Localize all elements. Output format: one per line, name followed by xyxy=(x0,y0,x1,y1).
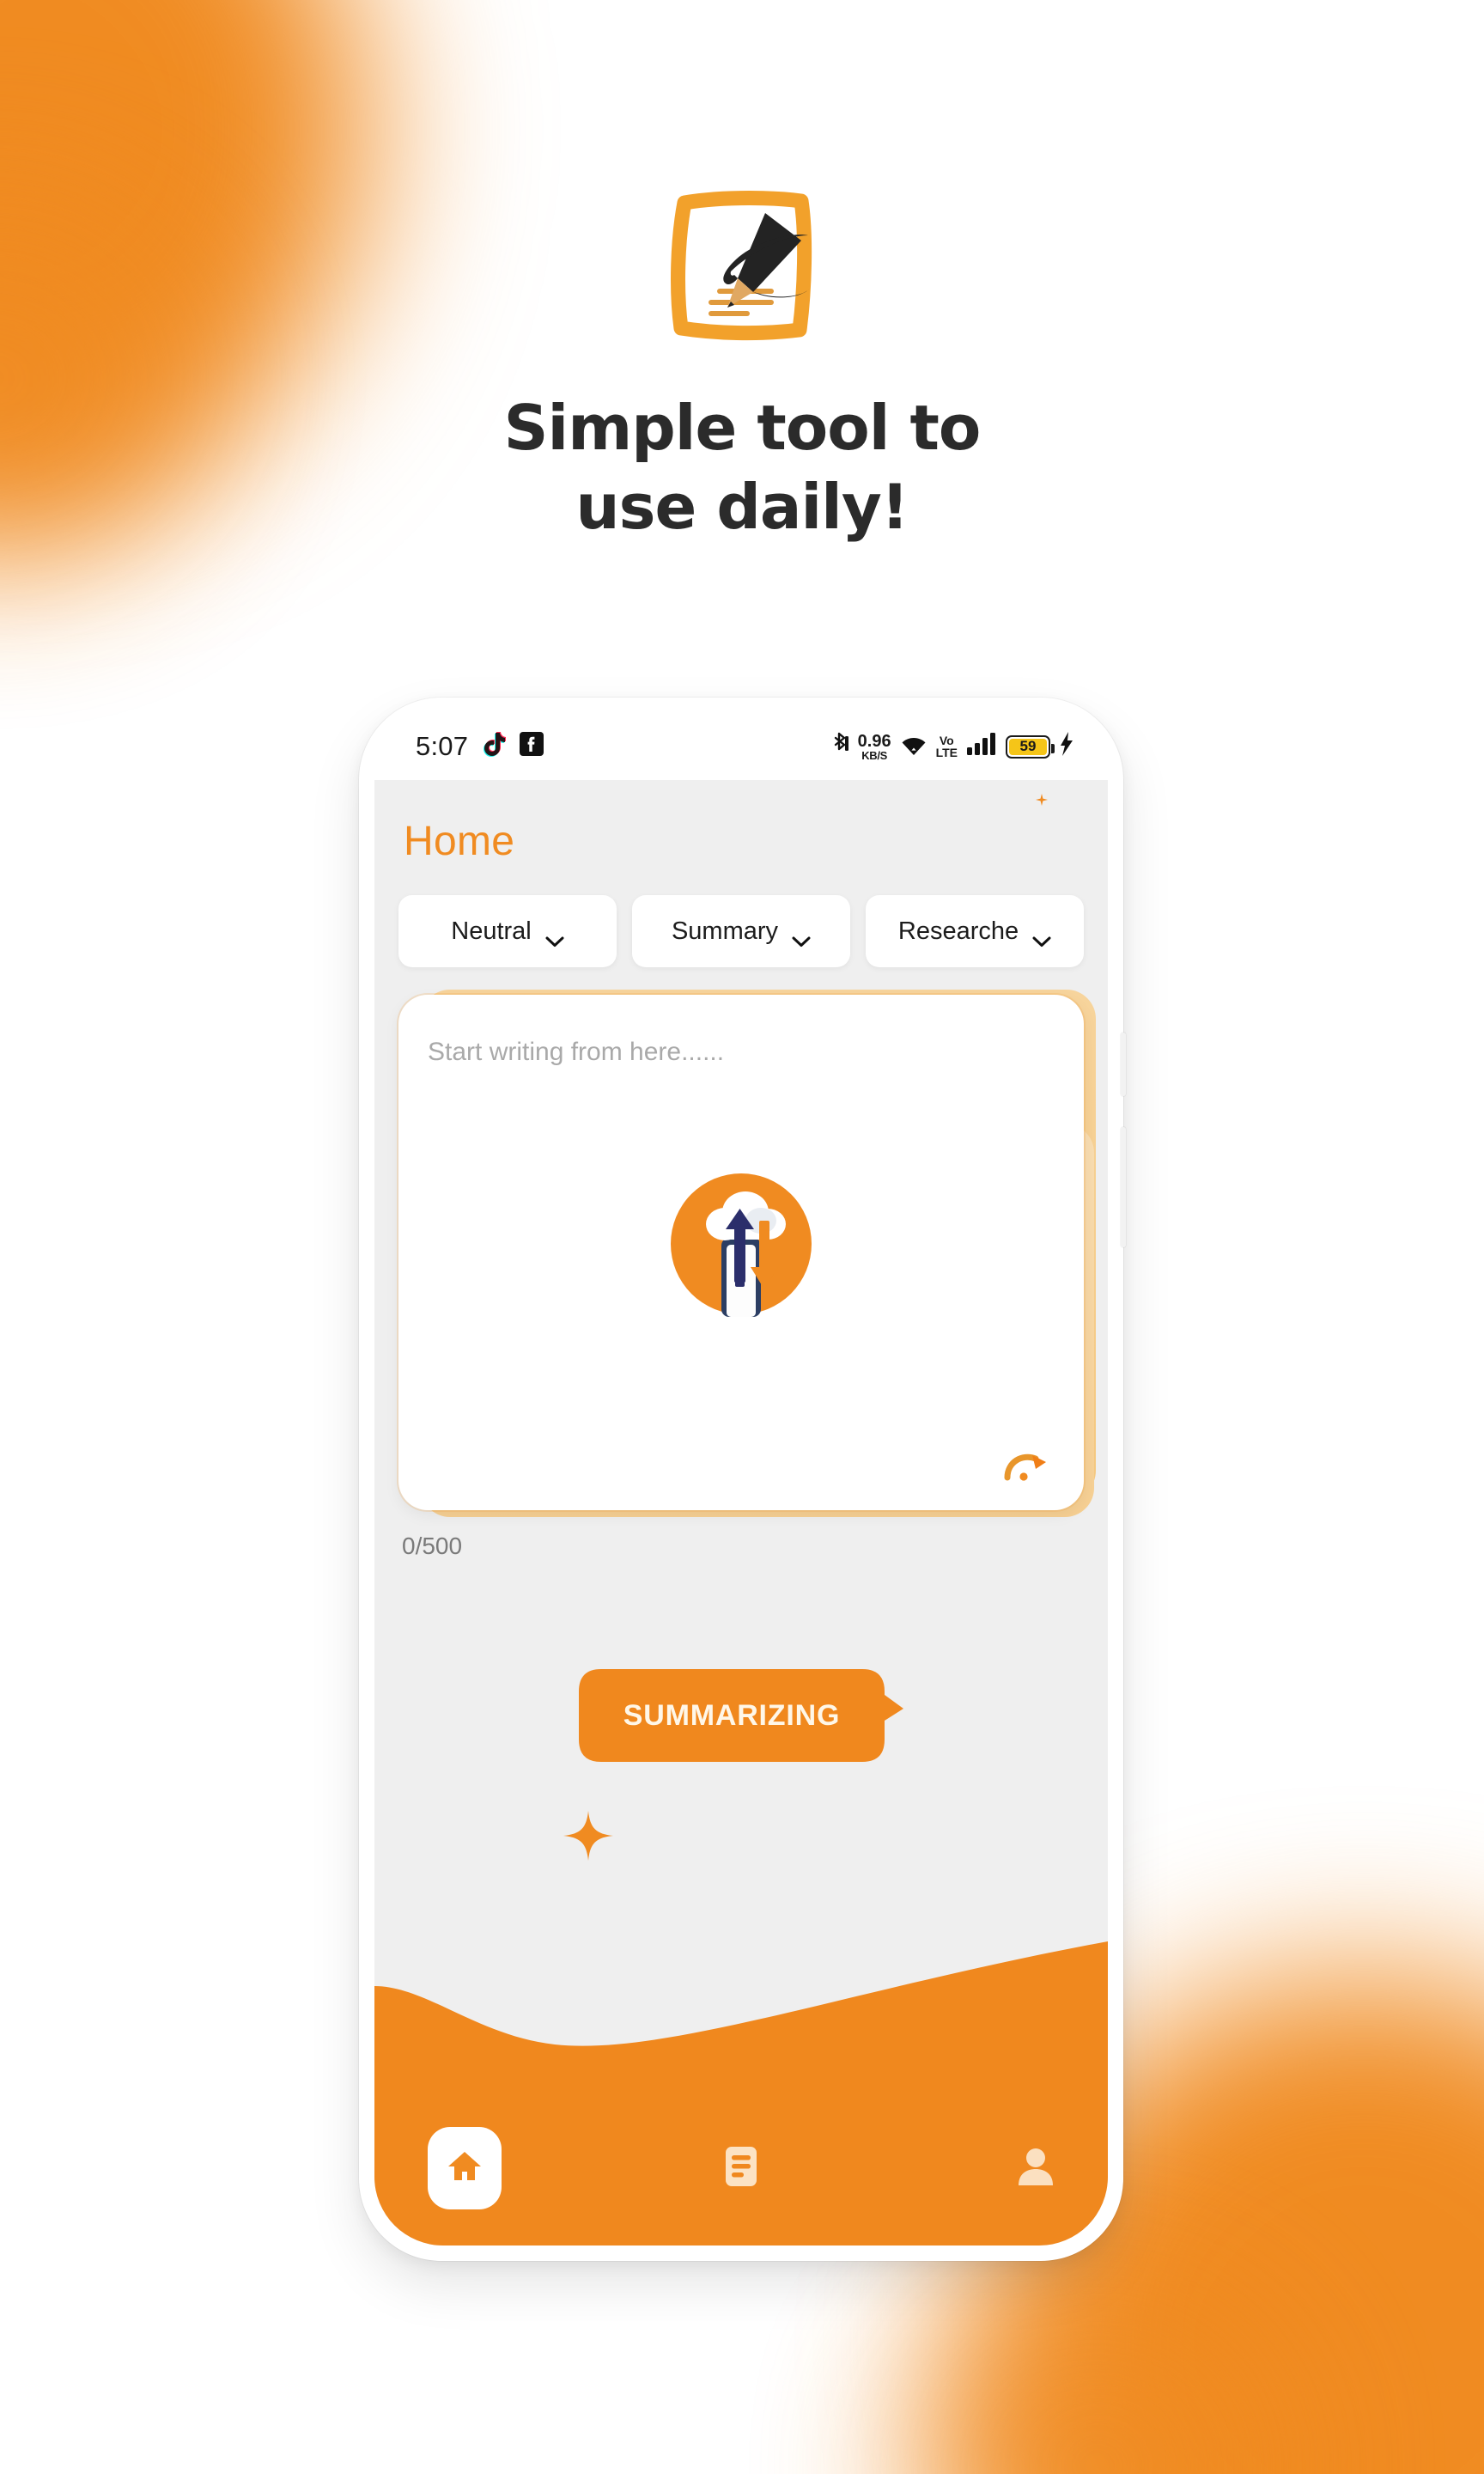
facebook-icon xyxy=(520,731,544,762)
phone-mockup: 5:07 0.96 KB/S Vo LTE 59 Home Neutral Su… xyxy=(359,698,1126,2261)
document-pencil-logo-icon xyxy=(664,187,820,344)
volte-line-1: Vo xyxy=(939,734,954,747)
text-editor-card[interactable]: Start writing from here...... xyxy=(398,995,1084,1510)
network-speed-indicator: 0.96 KB/S xyxy=(858,733,891,761)
page-title: Simple tool to use daily! xyxy=(503,388,982,546)
blob-bottom-right-second xyxy=(917,2302,1278,2474)
editor-placeholder: Start writing from here...... xyxy=(428,1038,725,1066)
filter-dropdown-row: Neutral Summary Researche xyxy=(398,895,1084,967)
headline-line-1: Simple tool to xyxy=(503,392,982,464)
wifi-icon xyxy=(901,733,927,761)
hero-section: Simple tool to use daily! xyxy=(0,0,1484,546)
status-bar-left: 5:07 xyxy=(416,731,544,763)
chevron-down-icon xyxy=(1032,926,1051,947)
bluetooth-icon xyxy=(831,731,848,763)
app-screen: Home Neutral Summary Researche Start wri… xyxy=(374,780,1108,2245)
battery-percent: 59 xyxy=(1019,738,1037,754)
network-speed-value: 0.96 xyxy=(857,731,891,751)
cloud-upload-download-icon xyxy=(668,1171,814,1317)
battery-indicator: 59 xyxy=(1006,734,1055,759)
dropdown-mode[interactable]: Summary xyxy=(632,895,850,967)
signal-bars-icon xyxy=(967,732,996,761)
dropdown-tone[interactable]: Neutral xyxy=(398,895,617,967)
nav-item-home[interactable] xyxy=(428,2127,636,2209)
summarize-button-label: SUMMARIZING xyxy=(623,1698,841,1732)
corner-sparkle-icon xyxy=(1036,794,1048,806)
dropdown-persona[interactable]: Researche xyxy=(866,895,1084,967)
nav-item-documents[interactable] xyxy=(636,2145,845,2192)
home-icon xyxy=(446,2148,484,2190)
document-icon xyxy=(722,2145,760,2192)
bottom-navigation-bar xyxy=(374,2091,1108,2245)
status-time: 5:07 xyxy=(416,731,469,761)
chevron-down-icon xyxy=(545,926,564,947)
redo-arrow-icon[interactable] xyxy=(1001,1447,1053,1488)
dropdown-mode-label: Summary xyxy=(671,917,779,945)
volte-icon: Vo LTE xyxy=(936,734,958,759)
network-speed-unit: KB/S xyxy=(861,748,888,762)
status-bar: 5:07 0.96 KB/S Vo LTE 59 xyxy=(374,713,1108,780)
charging-bolt-icon xyxy=(1060,731,1073,762)
headline-line-2: use daily! xyxy=(575,471,909,544)
nav-item-profile[interactable] xyxy=(846,2146,1055,2191)
chevron-down-icon xyxy=(792,926,811,947)
dropdown-persona-label: Researche xyxy=(897,917,1019,945)
tiktok-icon xyxy=(482,731,507,763)
nav-active-pill xyxy=(428,2127,502,2209)
status-bar-right: 0.96 KB/S Vo LTE 59 xyxy=(831,731,1073,763)
character-counter: 0/500 xyxy=(402,1533,463,1559)
volte-line-2: LTE xyxy=(935,746,958,759)
person-icon xyxy=(1017,2146,1055,2191)
editor-card-stack: Start writing from here...... xyxy=(398,990,1096,1517)
app-page-title: Home xyxy=(404,819,515,864)
summarize-button[interactable]: SUMMARIZING xyxy=(579,1669,903,1762)
phone-screen: 5:07 0.96 KB/S Vo LTE 59 Home Neutral Su… xyxy=(374,713,1108,2245)
decor-sparkle-icon xyxy=(563,1811,613,1861)
dropdown-tone-label: Neutral xyxy=(451,917,532,945)
